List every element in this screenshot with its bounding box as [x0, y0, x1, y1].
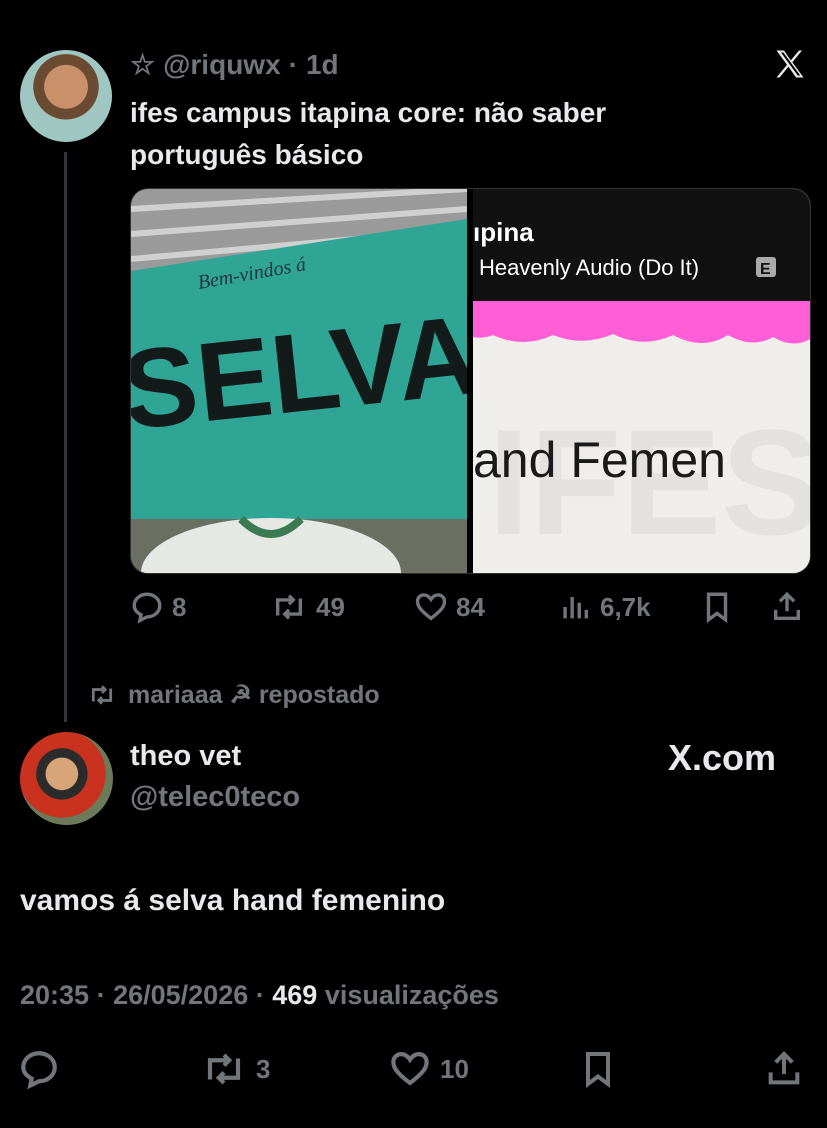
- repost-count: 49: [316, 591, 345, 622]
- heart-icon: [415, 593, 447, 621]
- post-date[interactable]: 26/05/2026: [113, 980, 248, 1010]
- repost-action[interactable]: 49: [270, 590, 345, 624]
- views-count: 6,7k: [600, 591, 651, 622]
- post-time[interactable]: 20:35: [20, 980, 89, 1010]
- post-actions: 3 10: [18, 1044, 808, 1094]
- timestamp: 1d: [305, 48, 339, 80]
- post-meta: 20:35 · 26/05/2026 · 469 visualizações: [20, 980, 499, 1011]
- reply-action[interactable]: [18, 1048, 60, 1090]
- author-handle[interactable]: @telec0teco: [130, 781, 300, 814]
- bookmark-action[interactable]: [578, 1048, 618, 1090]
- reply-icon: [21, 1051, 57, 1090]
- handle[interactable]: @riquwx: [163, 49, 281, 81]
- like-count: 84: [456, 591, 485, 622]
- explicit-badge-text: E: [760, 261, 771, 278]
- like-action[interactable]: 84: [414, 590, 485, 624]
- author-name[interactable]: theo vet: [130, 740, 241, 773]
- share-icon: [773, 591, 801, 621]
- repost-text[interactable]: mariaaa ☭ repostado: [128, 680, 380, 710]
- bookmark-action[interactable]: [700, 590, 734, 624]
- repost-icon: [91, 685, 113, 705]
- views-label: visualizações: [324, 980, 499, 1010]
- heart-icon: [391, 1052, 429, 1086]
- media-gallery[interactable]: Bem-vindos á SELVA ıpina Heavenly Audio …: [130, 188, 811, 574]
- brand-watermark: X.com: [668, 737, 776, 779]
- avatar[interactable]: [20, 732, 113, 825]
- thread-line: [64, 152, 67, 722]
- views-icon: [563, 597, 589, 619]
- bookmark-icon: [586, 1052, 610, 1088]
- quoted-header: ☆ @riquwx · 1d: [130, 48, 339, 81]
- reply-icon: [132, 592, 162, 624]
- repost-icon: [275, 594, 303, 620]
- quoted-actions: 8 49 84 6,7k: [130, 590, 810, 630]
- avatar[interactable]: [20, 50, 112, 142]
- media-title-text: ıpina: [473, 217, 534, 247]
- separator: ·: [288, 48, 298, 80]
- media-subtitle-text: Heavenly Audio (Do It): [479, 255, 699, 280]
- bookmark-icon: [706, 592, 728, 624]
- photo-selva[interactable]: Bem-vindos á SELVA: [131, 189, 467, 573]
- repost-banner: mariaaa ☭ repostado: [86, 680, 380, 710]
- photo-ifes[interactable]: ıpina Heavenly Audio (Do It) E IFES and …: [473, 189, 810, 573]
- quoted-text: ifes campus itapina core: não saber port…: [130, 97, 607, 170]
- reply-count: 8: [172, 591, 187, 622]
- repost-icon: [207, 1053, 241, 1085]
- views-count: 469: [272, 980, 318, 1010]
- share-action[interactable]: [764, 1048, 804, 1090]
- repost-action[interactable]: 3: [200, 1048, 270, 1090]
- views-action[interactable]: 6,7k: [558, 590, 651, 624]
- x-logo-icon: [776, 50, 804, 78]
- reply-action[interactable]: 8: [130, 590, 186, 624]
- repost-count: 3: [256, 1053, 271, 1084]
- separator: ·: [255, 980, 265, 1010]
- share-icon: [768, 1051, 800, 1085]
- post-text: vamos á selva hand femenino: [20, 884, 446, 917]
- fg-text: and Femen: [473, 432, 726, 488]
- share-action[interactable]: [770, 590, 804, 624]
- separator: ·: [96, 980, 106, 1010]
- brand-text: X.com: [668, 737, 777, 778]
- star-icon[interactable]: ☆: [130, 48, 155, 81]
- like-count: 10: [440, 1053, 469, 1084]
- like-action[interactable]: 10: [388, 1048, 469, 1090]
